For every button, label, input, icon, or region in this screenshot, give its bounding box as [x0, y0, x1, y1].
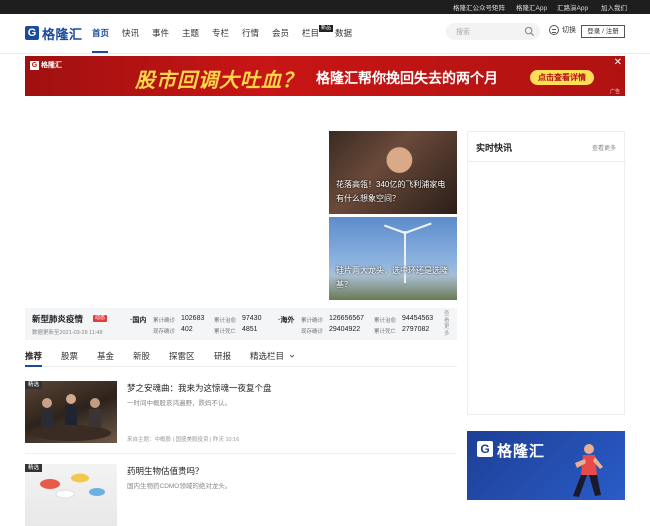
nav-item-home[interactable]: 首页: [92, 27, 109, 39]
nav-item-membership[interactable]: 会员: [272, 27, 289, 39]
search-input[interactable]: 搜索: [446, 23, 540, 40]
divider: [468, 161, 626, 162]
ad-label: 广告: [609, 89, 620, 95]
domestic-confirmed-value: 102683: [181, 315, 205, 322]
nav-item-topics[interactable]: 主题: [182, 27, 199, 39]
banner-headline: 股市回调大吐血？: [135, 70, 303, 92]
article-title[interactable]: 梦之安魂曲：我来为这惊魂一夜复个盘: [127, 382, 272, 394]
covid-updated-time: 数据更新至2021-03-28 11:48: [32, 330, 103, 336]
realtime-more-link[interactable]: 查看更多: [592, 143, 616, 152]
tab-stocks[interactable]: 股票: [61, 350, 78, 362]
article-meta: 来自主题：中概股 | 国盛美股投资 | 昨天 10:16: [127, 437, 240, 443]
nav-item-data[interactable]: 数据: [335, 27, 352, 39]
domestic-cured-value: 97430: [242, 315, 262, 322]
covid-dynamic-tag: 动态: [93, 315, 108, 322]
turbine-blade: [383, 224, 406, 234]
topbar-link-join-us[interactable]: 加入我们: [601, 2, 627, 12]
nav-item-market[interactable]: 行情: [242, 27, 259, 39]
close-icon[interactable]: ✕: [614, 57, 622, 68]
overseas-cured-label: 累计治愈: [374, 318, 397, 324]
banner-subline: 格隆汇帮你挽回失去的两个月: [316, 70, 498, 86]
banner-logo: G 格隆汇: [30, 60, 62, 70]
topbar-link-wechat-matrix[interactable]: 格隆汇公众号矩阵: [453, 2, 505, 12]
search-placeholder: 搜索: [456, 29, 470, 36]
pills-image: [40, 473, 105, 499]
meeting-scene-image: [31, 394, 111, 441]
logo-g-icon: G: [25, 26, 39, 40]
article-thumbnail[interactable]: 精选: [25, 464, 117, 526]
active-nav-indicator: [92, 51, 108, 53]
search-icon[interactable]: [524, 26, 535, 37]
domestic-deaths-label: 累计死亡: [214, 329, 237, 335]
overseas-cured-value: 94454563: [402, 315, 434, 322]
featured-caption-1: 花落高瓴！340亿的飞利浦家电有什么想象空间？: [336, 180, 446, 203]
site-logo[interactable]: G 格隆汇: [25, 25, 83, 42]
featured-story-2[interactable]: 硅片两大龙头，选中环还是选隆基？: [329, 217, 457, 300]
switch-label: 切换: [562, 27, 576, 34]
theme-switch[interactable]: 切换: [549, 25, 576, 35]
new-badge: 新品: [319, 25, 334, 32]
switch-icon: [549, 25, 559, 35]
covid-more-link[interactable]: 查看更多: [444, 311, 452, 337]
domestic-current-label: 现存确诊: [153, 329, 176, 335]
topbar-link-roadshow-app[interactable]: 汇路演App: [557, 2, 588, 12]
article-summary: 一时间中概股哀鸿遍野，跌妈不认。: [127, 400, 231, 407]
chevron-down-icon: [290, 354, 295, 358]
covid-overseas-label: ·海外: [278, 317, 295, 324]
list-item[interactable]: 精选 药明生物估值贵吗？ 国内生物药CDMO领域的绝对龙头。: [25, 464, 457, 526]
domestic-current-value: 402: [181, 326, 193, 333]
topbar-link-app[interactable]: 格隆汇App: [516, 2, 547, 12]
article-title[interactable]: 药明生物估值贵吗？: [127, 465, 204, 477]
tab-funds[interactable]: 基金: [97, 350, 114, 362]
tab-featured-columns-label: 精选栏目: [250, 351, 285, 361]
nav-item-events[interactable]: 事件: [152, 27, 169, 39]
nav-item-flash[interactable]: 快讯: [122, 27, 139, 39]
nav-item-columns[interactable]: 专栏: [212, 27, 229, 39]
sidebar-ad[interactable]: G 格隆汇: [467, 431, 625, 500]
covid-title: 新型肺炎疫情: [32, 314, 84, 324]
editors-pick-tag: 精选: [25, 464, 43, 472]
overseas-deaths-value: 2797082: [402, 326, 430, 333]
list-item[interactable]: 精选 梦之安魂曲：我来为这惊魂一夜复个盘 一时间中概股哀鸿遍野，跌妈不认。 来自…: [25, 381, 457, 454]
tab-research[interactable]: 研报: [214, 350, 231, 362]
divider: [25, 453, 457, 454]
nav-item-sections[interactable]: 栏目: [302, 27, 319, 39]
article-thumbnail[interactable]: 精选: [25, 381, 117, 443]
covid-stats-bar: 新型肺炎疫情 动态 数据更新至2021-03-28 11:48 ·国内 累计确诊…: [25, 308, 457, 340]
editors-pick-tag: 精选: [25, 381, 43, 389]
content-tabs: 推荐 股票 基金 新股 探雷区 研报 精选栏目: [25, 349, 457, 367]
covid-domestic-label: ·国内: [130, 317, 147, 324]
domestic-cured-label: 累计治愈: [214, 318, 237, 324]
realtime-news-panel: 实时快讯 查看更多: [467, 131, 626, 415]
tab-featured-columns[interactable]: 精选栏目: [250, 350, 295, 362]
banner-logo-text: 格隆汇: [41, 62, 62, 69]
banner-cta-button[interactable]: 点击查看详情: [530, 70, 594, 85]
tab-ipo[interactable]: 新股: [133, 350, 150, 362]
runner-image: [573, 444, 603, 497]
overseas-deaths-label: 累计死亡: [374, 329, 397, 335]
tab-risk-zone[interactable]: 探雷区: [169, 350, 195, 362]
article-summary: 国内生物药CDMO领域的绝对龙头。: [127, 483, 232, 490]
ad-logo-icon: G: [477, 441, 493, 457]
turbine-blade: [404, 222, 432, 234]
overseas-current-label: 现存确诊: [301, 329, 324, 335]
realtime-title: 实时快讯: [476, 143, 513, 153]
ad-logo-text: 格隆汇: [497, 443, 546, 460]
domestic-deaths-value: 4851: [242, 326, 258, 333]
overseas-confirmed-label: 累计确诊: [301, 318, 324, 324]
banner-logo-icon: G: [30, 60, 39, 70]
tab-recommend[interactable]: 推荐: [25, 350, 42, 362]
domestic-confirmed-label: 累计确诊: [153, 318, 176, 324]
featured-story-1[interactable]: 花落高瓴！340亿的飞利浦家电有什么想象空间？: [329, 131, 457, 214]
active-tab-indicator: [25, 365, 42, 367]
featured-caption-2: 硅片两大龙头，选中环还是选隆基？: [336, 266, 448, 289]
logo-text: 格隆汇: [42, 26, 83, 42]
promo-banner[interactable]: G 格隆汇 股市回调大吐血？ 格隆汇帮你挽回失去的两个月 点击查看详情 ✕ 广告: [25, 56, 625, 96]
login-register-button[interactable]: 登录 / 注册: [581, 25, 625, 38]
overseas-current-value: 29404922: [329, 326, 361, 333]
overseas-confirmed-value: 126656567: [329, 315, 365, 322]
top-utility-bar: 格隆汇公众号矩阵 格隆汇App 汇路演App 加入我们: [0, 0, 650, 14]
